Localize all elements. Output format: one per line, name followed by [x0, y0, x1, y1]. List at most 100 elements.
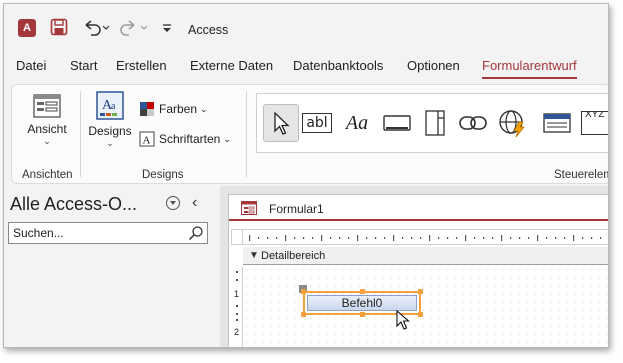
horizontal-ruler: [243, 229, 608, 245]
ruler-tick: [303, 237, 305, 239]
schriftarten-label: Schriftarten: [159, 132, 221, 146]
section-arrow-icon: ▼: [249, 250, 259, 261]
ruler-number: 1: [234, 289, 240, 299]
tab-datenbanktools[interactable]: Datenbanktools: [293, 58, 383, 73]
ruler-tick: [258, 237, 260, 239]
mouse-pointer-icon: [396, 310, 410, 330]
form-view-icon: [33, 94, 61, 118]
search-input[interactable]: [9, 223, 179, 243]
ruler-tick: [276, 237, 278, 239]
colors-icon: [140, 102, 154, 116]
link-icon: [459, 116, 487, 130]
tab-externe-daten[interactable]: Externe Daten: [190, 58, 273, 73]
ruler-tick: [555, 237, 557, 239]
textbox-tool[interactable]: abl: [299, 104, 335, 142]
ansicht-button[interactable]: Ansicht ⌄: [22, 93, 72, 146]
theme-icon: A a: [96, 91, 124, 120]
ribbon-tabs: Datei Start Erstellen Externe Daten Date…: [4, 58, 608, 82]
option-group-tool[interactable]: XYZ: [579, 104, 608, 142]
ruler-tick: [384, 237, 386, 239]
resize-handle[interactable]: [360, 312, 365, 317]
customize-qat-icon[interactable]: [160, 18, 174, 36]
window-title: Access: [188, 23, 229, 37]
chevron-down-circle-icon[interactable]: [166, 196, 180, 210]
ruler-tick: [447, 237, 449, 239]
ruler-tick: [411, 237, 413, 239]
tab-datei[interactable]: Datei: [16, 58, 46, 73]
navigation-search-box[interactable]: [8, 222, 208, 244]
ruler-tick: [456, 237, 458, 239]
ruler-tick: [582, 237, 584, 239]
ruler-tick: [501, 235, 503, 241]
resize-handle[interactable]: [360, 289, 365, 294]
ruler-tick: [528, 237, 530, 239]
form-design-window: Formular1 ▼ Detailbereich 1 2 Befehl0: [228, 194, 608, 347]
ruler-tick: [600, 237, 602, 239]
tab-erstellen[interactable]: Erstellen: [116, 58, 167, 73]
chevron-down-icon: ⌄: [200, 103, 208, 114]
ruler-number: 2: [234, 327, 240, 337]
ruler-tick: [236, 279, 238, 281]
ruler-tick: [402, 237, 404, 239]
hyperlink-tool[interactable]: [455, 104, 491, 142]
document-tab-title: Formular1: [269, 202, 324, 216]
fonts-icon: A: [139, 131, 155, 147]
navigation-tool[interactable]: [539, 104, 575, 142]
ruler-tick: [366, 237, 368, 239]
access-app-icon[interactable]: A: [18, 19, 36, 37]
pointer-icon: [274, 111, 290, 135]
ruler-tick: [492, 237, 494, 239]
designs-button[interactable]: A a Designs ⌄: [86, 91, 134, 148]
vertical-ruler: 1 2: [231, 267, 243, 347]
tab-start[interactable]: Start: [70, 58, 97, 73]
svg-text:A: A: [143, 135, 151, 147]
farben-button[interactable]: Farben ⌄: [139, 101, 208, 117]
ruler-tick: [249, 235, 251, 241]
ruler-tick: [465, 235, 467, 241]
tab-formularentwurf[interactable]: Formularentwurf: [482, 58, 577, 79]
chevron-left-icon[interactable]: ‹: [192, 194, 197, 212]
ruler-tick: [510, 237, 512, 239]
ruler-corner[interactable]: [231, 229, 243, 245]
resize-handle[interactable]: [301, 312, 306, 317]
resize-handle[interactable]: [418, 289, 423, 294]
web-browser-tool[interactable]: [495, 104, 531, 142]
resize-handle[interactable]: [301, 289, 306, 294]
ruler-tick: [393, 235, 395, 241]
access-window: A Access Datei Start Erstellen Externe D…: [3, 3, 609, 348]
form-icon: [241, 201, 257, 215]
save-icon[interactable]: [50, 18, 68, 36]
befehl0-command-button[interactable]: Befehl0: [307, 295, 417, 311]
ruler-tick: [537, 235, 539, 241]
document-tab[interactable]: Formular1: [229, 195, 608, 221]
ruler-tick: [236, 271, 238, 273]
chevron-down-icon: ⌄: [106, 138, 114, 148]
group-separator: [246, 91, 247, 177]
ruler-tick: [312, 237, 314, 239]
navigation-pane-title[interactable]: Alle Access-O...: [10, 194, 137, 215]
navigation-control-icon: [543, 113, 571, 133]
undo-icon[interactable]: [82, 18, 110, 36]
ruler-tick: [429, 235, 431, 241]
schriftarten-button[interactable]: A Schriftarten ⌄: [139, 131, 231, 147]
ruler-tick: [420, 237, 422, 239]
button-tool[interactable]: [379, 104, 415, 142]
resize-handle[interactable]: [418, 312, 423, 317]
section-title: Detailbereich: [261, 250, 326, 262]
label-tool[interactable]: Aa: [339, 104, 375, 142]
tab-control-tool[interactable]: [417, 104, 453, 142]
detail-section-canvas[interactable]: Befehl0: [243, 266, 608, 347]
tab-optionen[interactable]: Optionen: [407, 58, 460, 73]
ruler-tick: [375, 237, 377, 239]
ruler-tick: [285, 235, 287, 241]
ansicht-label: Ansicht: [27, 122, 67, 136]
select-tool[interactable]: [263, 104, 299, 142]
ruler-tick: [519, 237, 521, 239]
group-label-designs: Designs: [142, 169, 184, 181]
detail-section-bar[interactable]: ▼ Detailbereich: [243, 247, 608, 265]
svg-text:a: a: [111, 101, 116, 112]
redo-icon[interactable]: [120, 18, 148, 36]
search-icon[interactable]: [188, 225, 204, 241]
web-browser-icon: [499, 110, 525, 138]
ruler-tick: [321, 235, 323, 241]
